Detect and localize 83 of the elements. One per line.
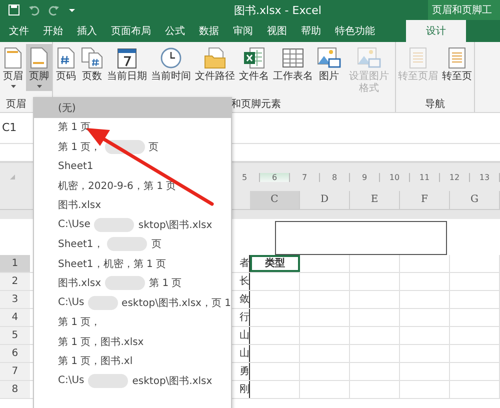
ribbon-button[interactable]: 转至页 [440,44,474,86]
ruler-number: 11 [410,172,440,182]
menu-item[interactable]: Sheet1 [34,156,231,176]
ruler-number: 8 [320,172,350,182]
menu-item[interactable]: 第 1 页， [34,312,231,332]
menu-item[interactable]: (无) [34,98,231,118]
window-title: 图书.xlsx - Excel [234,2,322,18]
menu-item[interactable]: 第 1 页，图书.xl [34,352,231,371]
row-number[interactable]: 7 [0,363,30,380]
ribbon-button[interactable]: 工作表名 [271,44,315,86]
ribbon-tab[interactable]: 公式 [158,20,192,42]
picture-icon [357,47,381,69]
blurred-smudge [107,237,148,252]
ribbon-tab[interactable]: 插入 [70,20,104,42]
spreadsheet-file-icon [243,47,265,69]
ribbon-button[interactable]: 文件名 [237,44,271,86]
menu-item[interactable]: 图书.xlsx 第 1 页 [34,274,231,293]
ribbon-button[interactable]: 页脚 [26,44,52,90]
ribbon-tab[interactable]: 页面布局 [104,20,158,42]
ruler-number: 13 [470,172,500,182]
document-icon [409,47,427,69]
ribbon-tab[interactable]: 文件 [2,20,36,42]
ribbon-button[interactable]: 页眉 [0,44,26,90]
blurred-smudge [94,218,134,232]
page-number-icon [57,47,75,69]
menu-item[interactable]: C:\Use sktop\图书.xlsx [34,215,231,234]
ruler-number: 12 [440,172,470,182]
save-icon[interactable] [8,4,20,16]
clock-icon [160,47,182,69]
caret-icon [10,84,16,88]
row-number[interactable]: 3 [0,291,30,308]
picture-icon [317,47,341,69]
redo-icon[interactable] [48,4,60,16]
context-tab-group: 页眉和页脚工 [428,0,500,20]
ruler-number: 10 [380,172,410,182]
ribbon-button[interactable]: 文件路径 [193,44,237,86]
page-count-icon [81,47,103,69]
ribbon-tab[interactable]: 设计 [406,20,466,42]
group-label: 和页脚元素 [231,98,281,112]
ribbon-tab[interactable]: 帮助 [294,20,328,42]
row-number[interactable]: 8 [0,381,30,398]
worksheet-grid-icon [282,47,304,69]
ribbon-button[interactable]: 页数 [79,44,105,86]
group-label: 页眉 [5,98,27,112]
page-icon [30,47,48,69]
row-number[interactable]: 4 [0,309,30,326]
ribbon-tab[interactable]: 数据 [192,20,226,42]
menu-item[interactable]: 第 1 页，图书.xlsx [34,332,231,352]
ribbon-button[interactable]: 当前日期 [105,44,149,86]
menu-item[interactable]: C:\Us esktop\图书.xlsx [34,371,231,390]
row-number[interactable]: 5 [0,327,30,344]
blurred-smudge [88,296,118,310]
ribbon-button[interactable]: 页码 [53,44,79,86]
ribbon-tab[interactable]: 审阅 [226,20,260,42]
select-all-corner-icon[interactable] [10,172,15,182]
row-number[interactable]: 6 [0,345,30,362]
ribbon-tab[interactable]: 视图 [260,20,294,42]
customize-caret-icon[interactable] [68,6,76,14]
group-label: 导航 [424,98,446,112]
undo-icon[interactable] [28,4,40,16]
row-number[interactable]: 2 [0,273,30,290]
table-cell[interactable]: 类型 [250,255,300,272]
menu-item[interactable]: C:\Us esktop\图书.xlsx，页 1 [34,293,231,312]
menu-item[interactable]: Sheet1， 页 [34,234,231,254]
page-icon [4,47,22,69]
column-header[interactable]: C [250,191,300,209]
ruler-number: 9 [350,172,380,182]
menu-item[interactable]: Sheet1，机密，第 1 页 [34,254,231,274]
blurred-smudge [88,374,128,388]
row-number[interactable]: 1 [0,255,30,272]
caret-icon [36,84,42,88]
ruler-number: 6 [260,172,290,182]
header-field[interactable] [275,221,447,255]
ribbon-tab[interactable]: 开始 [36,20,70,42]
ribbon-tab[interactable]: 特色功能 [328,20,382,42]
ribbon-button[interactable]: 当前时间 [149,44,193,86]
menu-item[interactable]: 图书.xlsx [34,196,231,215]
ribbon-button[interactable]: 图片 [315,44,343,86]
folder-icon [204,47,226,69]
calendar-icon [117,47,137,69]
ruler-number: 7 [290,172,320,182]
blurred-smudge [105,276,146,290]
document-icon [448,47,466,69]
